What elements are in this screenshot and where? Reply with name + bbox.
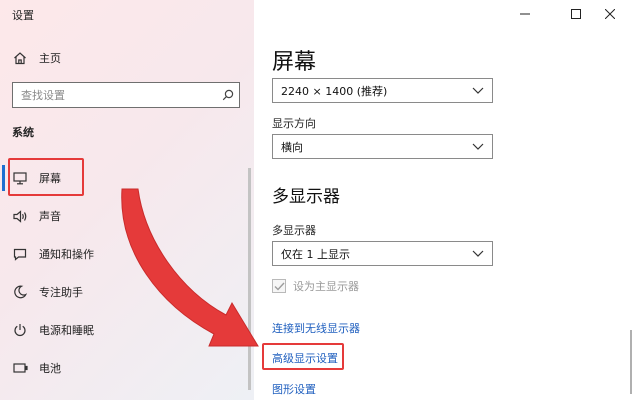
orientation-value: 横向 <box>281 140 303 154</box>
page-title: 屏幕 <box>272 50 317 75</box>
home-icon <box>12 50 28 66</box>
sidebar-item-focus-assist[interactable]: 专注助手 <box>0 275 248 309</box>
close-button[interactable] <box>587 0 633 28</box>
sidebar-item-label: 电源和睡眠 <box>39 324 94 337</box>
sidebar-item-battery[interactable]: 电池 <box>0 351 248 385</box>
orientation-label: 显示方向 <box>272 117 316 130</box>
sidebar-item-power-sleep[interactable]: 电源和睡眠 <box>0 313 248 347</box>
graphics-settings-link[interactable]: 图形设置 <box>272 381 316 397</box>
checkmark-icon <box>274 282 285 291</box>
search-input[interactable] <box>21 88 217 102</box>
settings-window: 设置 主页 系统 屏幕 <box>0 0 633 400</box>
multi-display-value: 仅在 1 上显示 <box>281 247 350 261</box>
sidebar-item-label: 电池 <box>39 362 61 375</box>
speaker-icon <box>12 208 28 224</box>
content-panel: 屏幕 2240 × 1400 (推荐) 显示方向 横向 多显示器 多显示器 仅在… <box>254 0 633 400</box>
close-icon <box>605 9 615 19</box>
sidebar-item-label: 通知和操作 <box>39 248 94 261</box>
resolution-dropdown[interactable]: 2240 × 1400 (推荐) <box>272 78 493 103</box>
sidebar-item-label: 主页 <box>39 52 61 65</box>
annotation-box-advanced <box>262 343 344 370</box>
chevron-down-icon <box>472 143 484 151</box>
section-title: 系统 <box>12 126 34 139</box>
sidebar-item-home[interactable]: 主页 <box>0 41 248 75</box>
minimize-icon <box>520 13 530 15</box>
sidebar: 设置 主页 系统 屏幕 <box>0 0 254 400</box>
chevron-down-icon <box>472 250 484 258</box>
multi-display-dropdown[interactable]: 仅在 1 上显示 <box>272 241 493 266</box>
content-scrollbar[interactable] <box>630 330 632 394</box>
sidebar-item-label: 声音 <box>39 210 61 223</box>
sidebar-scrollbar[interactable] <box>248 168 251 390</box>
moon-icon <box>12 284 28 300</box>
main-display-checkbox-label: 设为主显示器 <box>293 280 359 293</box>
window-title: 设置 <box>12 9 34 22</box>
search-box <box>12 82 240 108</box>
sidebar-item-sound[interactable]: 声音 <box>0 199 248 233</box>
orientation-dropdown[interactable]: 横向 <box>272 134 493 159</box>
main-display-checkbox-row: 设为主显示器 <box>272 278 359 294</box>
wireless-display-link[interactable]: 连接到无线显示器 <box>272 320 360 336</box>
minimize-button[interactable] <box>502 0 548 28</box>
search-icon[interactable] <box>217 84 239 106</box>
sidebar-item-label: 专注助手 <box>39 286 83 299</box>
multi-display-label: 多显示器 <box>272 224 316 237</box>
maximize-icon <box>571 9 581 19</box>
annotation-box-display <box>8 158 84 196</box>
resolution-value: 2240 × 1400 (推荐) <box>281 84 388 98</box>
multi-display-heading: 多显示器 <box>272 187 340 207</box>
main-display-checkbox[interactable] <box>272 279 286 293</box>
sidebar-item-notifications[interactable]: 通知和操作 <box>0 237 248 271</box>
notification-icon <box>12 246 28 262</box>
power-icon <box>12 322 28 338</box>
battery-icon <box>12 360 28 376</box>
chevron-down-icon <box>472 87 484 95</box>
